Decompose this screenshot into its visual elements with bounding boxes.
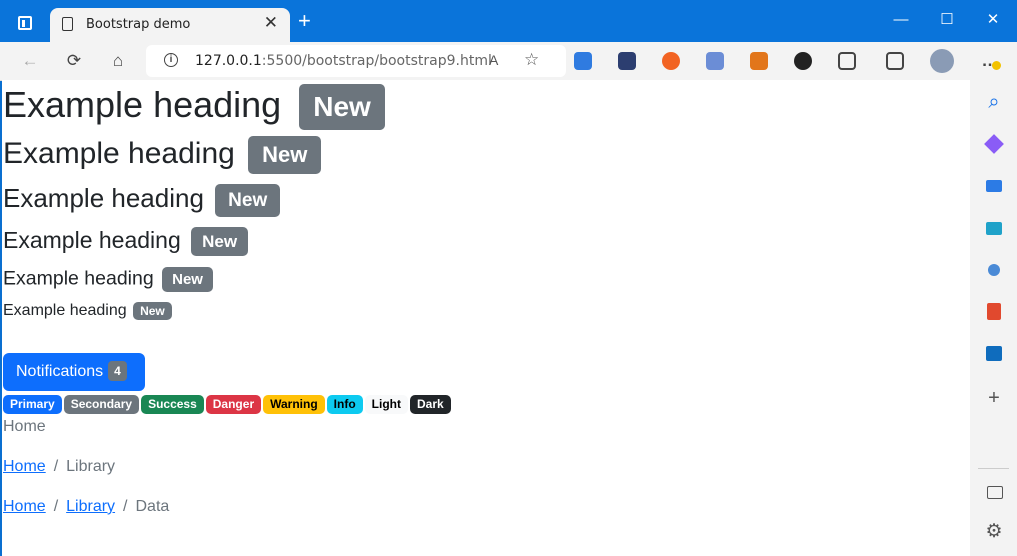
badge-primary: Primary xyxy=(3,395,62,414)
close-window-button[interactable]: ✕ xyxy=(982,10,1004,30)
office-icon[interactable] xyxy=(984,302,1004,322)
new-badge: New xyxy=(248,136,322,175)
breadcrumb: Home xyxy=(3,418,46,436)
breadcrumb-active: Library xyxy=(66,458,116,475)
badge-secondary: Secondary xyxy=(63,395,140,414)
tools-icon[interactable] xyxy=(984,218,1004,238)
heading-1: Example heading New xyxy=(3,83,385,131)
notification-count-badge: 4 xyxy=(108,361,127,381)
extension-icon[interactable] xyxy=(794,52,812,70)
heading-2: Example heading New xyxy=(3,136,322,175)
new-badge: New xyxy=(215,183,281,217)
new-badge: New xyxy=(299,84,385,131)
search-icon[interactable]: ⌕ xyxy=(984,92,1004,112)
minimize-button[interactable]: — xyxy=(890,10,912,30)
tab-bootstrap-demo[interactable]: Bootstrap demo ✕ xyxy=(50,8,290,42)
extensions-icon[interactable] xyxy=(838,52,856,70)
people-icon[interactable] xyxy=(984,260,1004,280)
address-bar[interactable]: i 127.0.0.1:5500/bootstrap/bootstrap9.ht… xyxy=(146,45,566,77)
page-content: Example heading New Example heading New … xyxy=(2,80,970,556)
breadcrumb: Home / Library / Data xyxy=(3,498,170,515)
breadcrumb-active: Home xyxy=(3,418,46,435)
copilot-icon[interactable] xyxy=(984,134,1004,154)
translate-extension-icon[interactable] xyxy=(574,52,592,70)
new-badge: New xyxy=(162,267,213,292)
sidebar-divider xyxy=(978,468,1009,469)
shopping-tag-icon[interactable] xyxy=(984,176,1004,196)
url-text[interactable]: 127.0.0.1:5500/bootstrap/bootstrap9.html xyxy=(195,53,492,69)
breadcrumb-link-home[interactable]: Home xyxy=(3,458,46,475)
back-icon[interactable]: ← xyxy=(20,51,40,71)
badge-row: Primary Secondary Success Danger Warning Info… xyxy=(3,395,453,414)
heading-6: Example heading New xyxy=(3,301,172,320)
heading-5: Example heading New xyxy=(3,267,213,292)
breadcrumb: Home / Library xyxy=(3,458,116,475)
notifications-button[interactable]: Notifications 4 xyxy=(3,353,145,391)
heading-4: Example heading New xyxy=(3,227,249,257)
breadcrumb-link-library[interactable]: Library xyxy=(66,498,115,515)
extension-icon[interactable] xyxy=(662,52,680,70)
breadcrumb-link-home[interactable]: Home xyxy=(3,498,46,515)
outlook-icon[interactable] xyxy=(984,344,1004,364)
read-aloud-icon[interactable]: A xyxy=(489,52,498,68)
browser-toolbar: ← ⟳ ⌂ i 127.0.0.1:5500/bootstrap/bootstr… xyxy=(0,42,1017,81)
collections-icon[interactable] xyxy=(886,52,904,70)
new-badge: New xyxy=(191,227,249,257)
edge-sidebar: ⌕ + ⚙ xyxy=(970,80,1017,556)
badge-light: Light xyxy=(364,395,408,414)
refresh-icon[interactable]: ⟳ xyxy=(64,51,84,71)
breadcrumb-active: Data xyxy=(135,498,170,515)
notifications-label: Notifications xyxy=(16,363,104,380)
badge-dark: Dark xyxy=(410,395,451,414)
metamask-extension-icon[interactable] xyxy=(750,52,768,70)
favorite-icon[interactable]: ☆ xyxy=(524,50,539,70)
heading-3: Example heading New xyxy=(3,183,281,217)
add-icon[interactable]: + xyxy=(984,388,1004,408)
site-info-icon[interactable]: i xyxy=(164,53,178,67)
extension-icon[interactable] xyxy=(618,52,636,70)
settings-icon[interactable]: ⚙ xyxy=(984,522,1004,542)
badge-info: Info xyxy=(326,395,363,414)
badge-warning: Warning xyxy=(263,395,325,414)
page-icon xyxy=(62,17,73,31)
tab-title: Bootstrap demo xyxy=(86,17,191,32)
tab-close-icon[interactable]: ✕ xyxy=(264,13,278,33)
maximize-button[interactable]: ☐ xyxy=(936,10,958,30)
new-tab-button[interactable]: + xyxy=(298,9,311,33)
warning-dot-icon xyxy=(992,61,1001,70)
home-icon[interactable]: ⌂ xyxy=(108,51,128,71)
hide-sidebar-icon[interactable] xyxy=(984,482,1004,502)
tab-actions-icon[interactable] xyxy=(18,16,32,30)
title-bar: Bootstrap demo ✕ + — ☐ ✕ xyxy=(0,0,1017,42)
profile-avatar[interactable] xyxy=(930,49,954,73)
extension-icon[interactable] xyxy=(706,52,724,70)
new-badge: New xyxy=(133,301,172,320)
badge-success: Success xyxy=(141,395,204,414)
badge-danger: Danger xyxy=(205,395,262,414)
